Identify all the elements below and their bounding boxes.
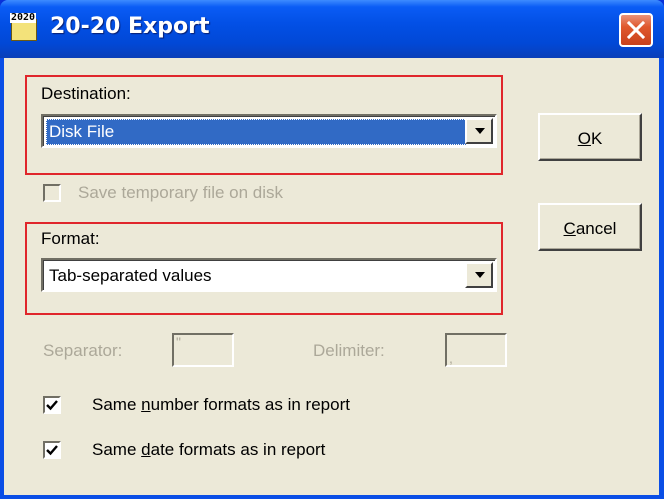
same-number-accel: n bbox=[141, 395, 151, 414]
ok-accel: O bbox=[577, 129, 591, 148]
format-value: Tab-separated values bbox=[49, 266, 212, 285]
chevron-down-icon bbox=[475, 128, 485, 134]
save-temp-checkbox[interactable] bbox=[43, 184, 61, 202]
title-bar[interactable]: 2020 20-20 Export bbox=[0, 0, 664, 58]
format-select[interactable]: Tab-separated values bbox=[41, 258, 497, 292]
format-dropdown-button[interactable] bbox=[465, 262, 493, 288]
same-number-label-end: umber formats as in report bbox=[150, 395, 350, 414]
checkmark-icon bbox=[46, 400, 58, 411]
app-icon-label: 2020 bbox=[10, 12, 37, 23]
same-date-accel: d bbox=[141, 440, 151, 459]
window-title: 20-20 Export bbox=[50, 14, 210, 39]
same-date-label-start: Same bbox=[92, 440, 142, 459]
cancel-button-label: Cancel bbox=[564, 219, 617, 239]
cancel-button[interactable]: Cancel bbox=[538, 203, 642, 251]
destination-label: Destination: bbox=[41, 84, 131, 103]
destination-dropdown-button[interactable] bbox=[465, 118, 493, 144]
separator-label: Separator: bbox=[43, 341, 123, 360]
same-number-checkbox[interactable] bbox=[43, 396, 61, 414]
ok-button-label: OK bbox=[578, 129, 603, 149]
checkmark-icon bbox=[46, 445, 58, 456]
delimiter-input[interactable]: , bbox=[445, 333, 507, 367]
ok-rest: K bbox=[590, 129, 603, 148]
close-icon bbox=[627, 21, 645, 39]
export-dialog: 2020 20-20 Export Destination: Disk File… bbox=[0, 0, 664, 499]
same-date-label-end: ate formats as in report bbox=[150, 440, 326, 459]
close-button[interactable] bbox=[619, 13, 653, 47]
destination-value: Disk File bbox=[46, 119, 467, 145]
app-icon: 2020 bbox=[10, 13, 40, 43]
format-label: Format: bbox=[41, 229, 100, 248]
cancel-accel: C bbox=[563, 219, 576, 238]
chevron-down-icon bbox=[475, 272, 485, 278]
cancel-rest: ancel bbox=[575, 219, 617, 238]
same-number-label-start: Same bbox=[92, 395, 142, 414]
separator-input[interactable]: " bbox=[172, 333, 234, 367]
same-number-label: Same number formats as in report bbox=[92, 395, 350, 415]
ok-button[interactable]: OK bbox=[538, 113, 642, 161]
destination-select[interactable]: Disk File bbox=[41, 114, 497, 148]
dialog-body: Destination: Disk File Save temporary fi… bbox=[4, 58, 659, 495]
same-date-checkbox[interactable] bbox=[43, 441, 61, 459]
same-date-label: Same date formats as in report bbox=[92, 440, 325, 460]
save-temp-label: Save temporary file on disk bbox=[78, 183, 284, 202]
delimiter-label: Delimiter: bbox=[313, 341, 385, 360]
